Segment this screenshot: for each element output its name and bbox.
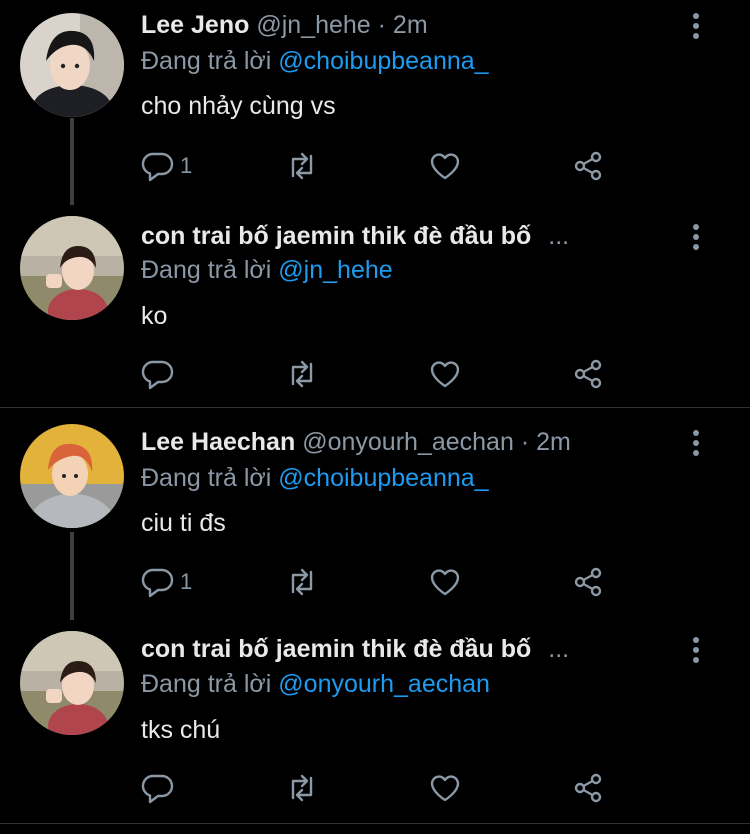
retweet-icon bbox=[291, 774, 313, 802]
replying-to: Đang trả lời @choibupbeanna_ bbox=[141, 47, 489, 76]
retweet-button[interactable] bbox=[285, 357, 319, 391]
tweet-4[interactable]: con trai bố jaemin thik đè đầu bố ... Đa… bbox=[0, 620, 750, 822]
avatar[interactable] bbox=[20, 216, 124, 320]
like-button[interactable] bbox=[428, 149, 462, 183]
reply-button[interactable]: 1 bbox=[140, 565, 192, 599]
tweet-header: con trai bố jaemin thik đè đầu bố ... bbox=[141, 634, 569, 664]
share-button[interactable] bbox=[571, 565, 605, 599]
reply-count: 1 bbox=[180, 569, 193, 594]
tweet-1[interactable]: Lee Jeno @jn_hehe · 2m Đang trả lời @cho… bbox=[0, 0, 750, 205]
comment-icon bbox=[141, 152, 174, 182]
share-icon bbox=[574, 359, 602, 389]
avatar[interactable] bbox=[20, 631, 124, 735]
like-button[interactable] bbox=[428, 565, 462, 599]
user-handle[interactable]: @jn_hehe bbox=[256, 11, 370, 39]
share-button[interactable] bbox=[571, 149, 605, 183]
share-button[interactable] bbox=[571, 357, 605, 391]
reply-button[interactable] bbox=[140, 771, 180, 805]
share-icon bbox=[574, 567, 602, 597]
tweet-2[interactable]: con trai bố jaemin thik đè đầu bố ... Đa… bbox=[0, 205, 750, 407]
retweet-icon bbox=[291, 152, 313, 180]
mention-link[interactable]: @jn_hehe bbox=[278, 256, 392, 284]
comment-icon bbox=[141, 360, 174, 390]
retweet-button[interactable] bbox=[285, 565, 319, 599]
display-name[interactable]: con trai bố jaemin thik đè đầu bố bbox=[141, 222, 531, 250]
share-icon bbox=[574, 773, 602, 803]
heart-icon bbox=[430, 361, 460, 388]
replying-to: Đang trả lời @onyourh_aechan bbox=[141, 670, 490, 699]
retweet-icon bbox=[291, 568, 313, 596]
retweet-button[interactable] bbox=[285, 149, 319, 183]
more-vertical-icon[interactable] bbox=[686, 10, 706, 42]
mention-link[interactable]: @choibupbeanna_ bbox=[278, 464, 488, 492]
share-button[interactable] bbox=[571, 771, 605, 805]
replying-label: Đang trả lời bbox=[141, 47, 272, 75]
thread-line bbox=[70, 532, 74, 620]
heart-icon bbox=[430, 153, 460, 180]
name-truncation: ... bbox=[548, 222, 570, 250]
timestamp[interactable]: · 2m bbox=[521, 428, 571, 456]
tweet-header: con trai bố jaemin thik đè đầu bố ... bbox=[141, 221, 569, 251]
tweet-text: cho nhảy cùng vs bbox=[141, 92, 336, 120]
like-button[interactable] bbox=[428, 357, 462, 391]
replying-to: Đang trả lời @jn_hehe bbox=[141, 256, 393, 285]
comment-icon bbox=[141, 568, 174, 598]
reply-button[interactable]: 1 bbox=[140, 149, 192, 183]
name-truncation: ... bbox=[548, 635, 570, 663]
replying-label: Đang trả lời bbox=[141, 256, 272, 284]
avatar[interactable] bbox=[20, 13, 124, 117]
replying-label: Đang trả lời bbox=[141, 670, 272, 698]
display-name[interactable]: Lee Jeno bbox=[141, 11, 249, 39]
retweet-icon bbox=[291, 360, 313, 388]
mention-link[interactable]: @onyourh_aechan bbox=[278, 670, 490, 698]
tweet-text: tks chú bbox=[141, 716, 221, 744]
tweet-3[interactable]: Lee Haechan @onyourh_aechan · 2m Đang tr… bbox=[0, 408, 750, 620]
tweet-header: Lee Haechan @onyourh_aechan · 2m bbox=[141, 427, 571, 457]
heart-icon bbox=[430, 775, 460, 802]
tweet-text: ciu ti đs bbox=[141, 509, 226, 537]
mention-link[interactable]: @choibupbeanna_ bbox=[278, 47, 488, 75]
display-name[interactable]: con trai bố jaemin thik đè đầu bố bbox=[141, 635, 531, 663]
replying-to: Đang trả lời @choibupbeanna_ bbox=[141, 464, 489, 493]
timestamp[interactable]: · 2m bbox=[378, 11, 428, 39]
more-vertical-icon[interactable] bbox=[686, 221, 706, 253]
like-button[interactable] bbox=[428, 771, 462, 805]
reply-button[interactable] bbox=[140, 357, 180, 391]
reply-count: 1 bbox=[180, 153, 193, 178]
tweet-header: Lee Jeno @jn_hehe · 2m bbox=[141, 10, 428, 40]
display-name[interactable]: Lee Haechan bbox=[141, 428, 295, 456]
replying-label: Đang trả lời bbox=[141, 464, 272, 492]
heart-icon bbox=[430, 569, 460, 596]
thread-line bbox=[70, 118, 74, 205]
avatar[interactable] bbox=[20, 424, 124, 528]
more-vertical-icon[interactable] bbox=[686, 634, 706, 666]
share-icon bbox=[574, 151, 602, 181]
divider bbox=[0, 823, 750, 824]
tweet-text: ko bbox=[141, 302, 168, 330]
user-handle[interactable]: @onyourh_aechan bbox=[302, 428, 514, 456]
more-vertical-icon[interactable] bbox=[686, 427, 706, 459]
retweet-button[interactable] bbox=[285, 771, 319, 805]
comment-icon bbox=[141, 774, 174, 804]
